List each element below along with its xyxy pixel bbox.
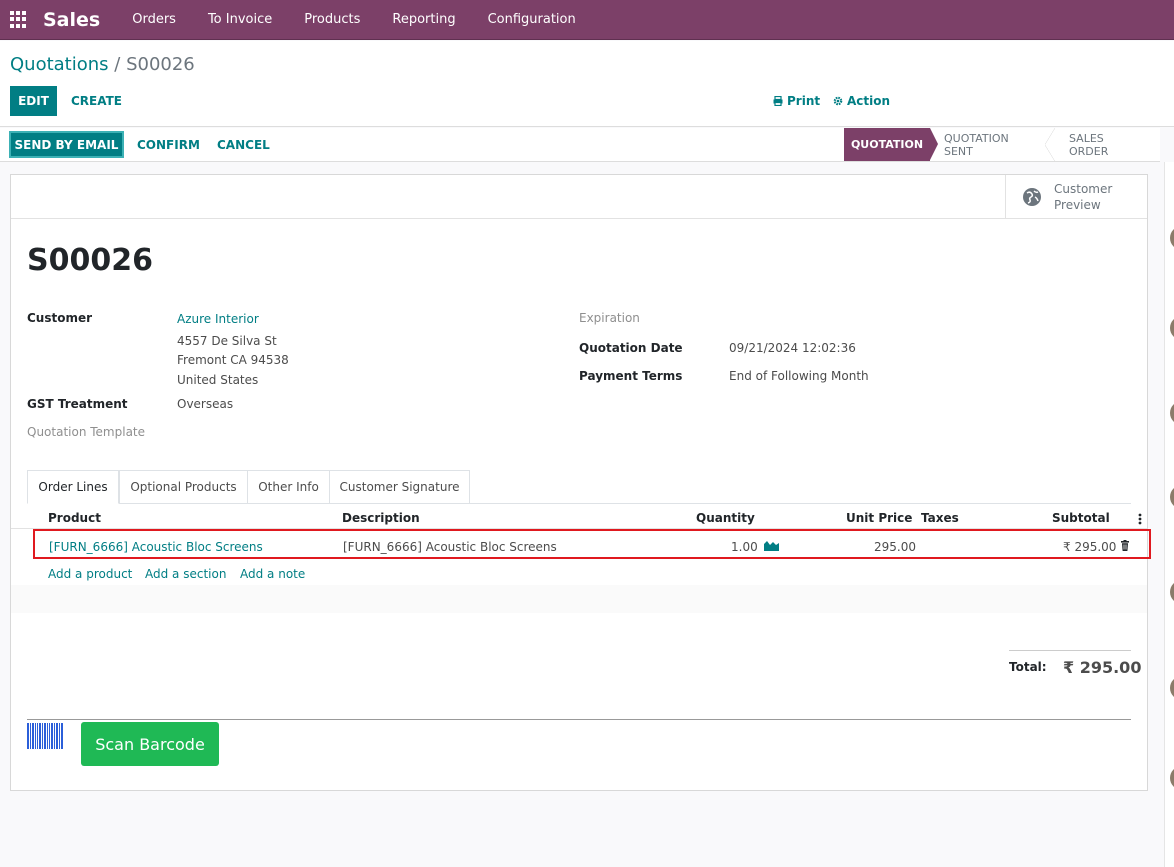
tab-optional-products[interactable]: Optional Products xyxy=(119,470,248,504)
button-box: Customer Preview xyxy=(11,175,1147,219)
control-panel: Quotations / S00026 EDIT CREATE Print Ac… xyxy=(0,41,1174,127)
print-label: Print xyxy=(787,94,821,108)
top-navbar: Sales Orders To Invoice Products Reporti… xyxy=(0,0,1174,40)
customer-preview-label: Customer Preview xyxy=(1054,182,1113,212)
table-footer xyxy=(11,585,1147,613)
customer-preview-button[interactable]: Customer Preview xyxy=(1005,175,1147,219)
breadcrumb-quotations-link[interactable]: Quotations xyxy=(10,54,109,75)
payment-terms-value[interactable]: End of Following Month xyxy=(729,369,869,383)
trash-icon[interactable] xyxy=(1120,540,1130,551)
col-quantity[interactable]: Quantity xyxy=(696,511,755,525)
payment-terms-label: Payment Terms xyxy=(579,369,683,383)
avatar xyxy=(1170,485,1174,509)
add-note-link[interactable]: Add a note xyxy=(240,567,305,581)
table-row[interactable]: [FURN_6666] Acoustic Bloc Screens [FURN_… xyxy=(33,529,1151,559)
gst-treatment-label: GST Treatment xyxy=(27,397,128,411)
col-unit-price[interactable]: Unit Price xyxy=(846,511,912,525)
app-title[interactable]: Sales xyxy=(43,9,100,31)
chatter-edge xyxy=(1164,162,1174,867)
avatar xyxy=(1170,226,1174,250)
add-product-link[interactable]: Add a product xyxy=(48,567,132,581)
row-product[interactable]: [FURN_6666] Acoustic Bloc Screens xyxy=(49,540,263,554)
menu-to-invoice[interactable]: To Invoice xyxy=(192,12,288,27)
confirm-button[interactable]: CONFIRM xyxy=(137,131,200,158)
expiration-label: Expiration xyxy=(579,311,640,325)
stage-pipeline: QUOTATION QUOTATION SENT SALES ORDER xyxy=(844,128,1151,161)
tab-other-info[interactable]: Other Info xyxy=(247,470,330,504)
status-bar: SEND BY EMAIL CONFIRM CANCEL QUOTATION Q… xyxy=(0,128,1160,162)
notebook-tabs: Order Lines Optional Products Other Info… xyxy=(27,470,1131,504)
scan-barcode-button[interactable]: Scan Barcode xyxy=(81,722,219,766)
quotation-template-label: Quotation Template xyxy=(27,425,146,439)
avatar xyxy=(1170,766,1174,790)
send-by-email-button[interactable]: SEND BY EMAIL xyxy=(9,131,124,158)
action-label: Action xyxy=(847,94,891,108)
address-line1: 4557 De Silva St xyxy=(177,334,277,348)
avatar xyxy=(1170,676,1174,700)
edit-button[interactable]: EDIT xyxy=(10,86,57,116)
apps-grid-icon[interactable] xyxy=(10,10,28,29)
gst-treatment-value[interactable]: Overseas xyxy=(177,397,233,411)
row-unit-price[interactable]: 295.00 xyxy=(874,540,916,554)
menu-products[interactable]: Products xyxy=(288,12,376,27)
action-button[interactable]: Action xyxy=(833,94,890,108)
total-divider xyxy=(1009,650,1131,651)
column-options-icon[interactable] xyxy=(1138,513,1142,525)
add-section-link[interactable]: Add a section xyxy=(145,567,226,581)
quotation-date-value[interactable]: 09/21/2024 12:02:36 xyxy=(729,341,856,355)
stage-sales-order[interactable]: SALES ORDER xyxy=(1055,128,1151,161)
gear-icon xyxy=(833,96,843,106)
tab-customer-signature[interactable]: Customer Signature xyxy=(329,470,470,504)
customer-label: Customer xyxy=(27,311,93,325)
col-subtotal[interactable]: Subtotal xyxy=(1052,511,1110,525)
avatar xyxy=(1170,580,1174,604)
forecast-chart-icon[interactable] xyxy=(764,539,779,551)
stage-quotation[interactable]: QUOTATION xyxy=(844,128,938,161)
print-icon xyxy=(773,96,783,106)
menu-reporting[interactable]: Reporting xyxy=(376,12,471,27)
cancel-button[interactable]: CANCEL xyxy=(217,131,270,158)
form-sheet: Customer Preview S00026 Customer Azure I… xyxy=(10,174,1151,791)
breadcrumb-separator: / xyxy=(108,54,127,75)
tab-order-lines[interactable]: Order Lines xyxy=(27,470,119,504)
menu-orders[interactable]: Orders xyxy=(116,12,192,27)
create-button[interactable]: CREATE xyxy=(71,86,122,116)
total-value: ₹ 295.00 xyxy=(1063,658,1142,677)
breadcrumb: Quotations / S00026 xyxy=(10,54,195,75)
print-button[interactable]: Print xyxy=(773,94,820,108)
row-quantity[interactable]: 1.00 xyxy=(731,540,758,554)
row-subtotal: ₹ 295.00 xyxy=(1063,540,1117,554)
document-title: S00026 xyxy=(27,243,153,278)
address-line3: United States xyxy=(177,373,259,387)
row-description[interactable]: [FURN_6666] Acoustic Bloc Screens xyxy=(343,540,557,554)
customer-name-link[interactable]: Azure Interior xyxy=(177,312,259,326)
avatar xyxy=(1170,401,1174,425)
col-taxes[interactable]: Taxes xyxy=(921,511,959,525)
address-line2: Fremont CA 94538 xyxy=(177,353,289,367)
stage-quotation-sent[interactable]: QUOTATION SENT xyxy=(930,128,1055,161)
col-description[interactable]: Description xyxy=(342,511,420,525)
barcode-icon xyxy=(27,723,63,749)
divider xyxy=(27,719,1131,720)
avatar xyxy=(1170,316,1174,340)
total-label: Total: xyxy=(1009,660,1047,674)
order-lines-header: Product Description Quantity Unit Price … xyxy=(11,505,1147,529)
col-product[interactable]: Product xyxy=(48,511,101,525)
quotation-date-label: Quotation Date xyxy=(579,341,683,355)
globe-icon xyxy=(1023,188,1041,206)
menu-configuration[interactable]: Configuration xyxy=(472,12,592,27)
breadcrumb-current: S00026 xyxy=(126,54,195,75)
